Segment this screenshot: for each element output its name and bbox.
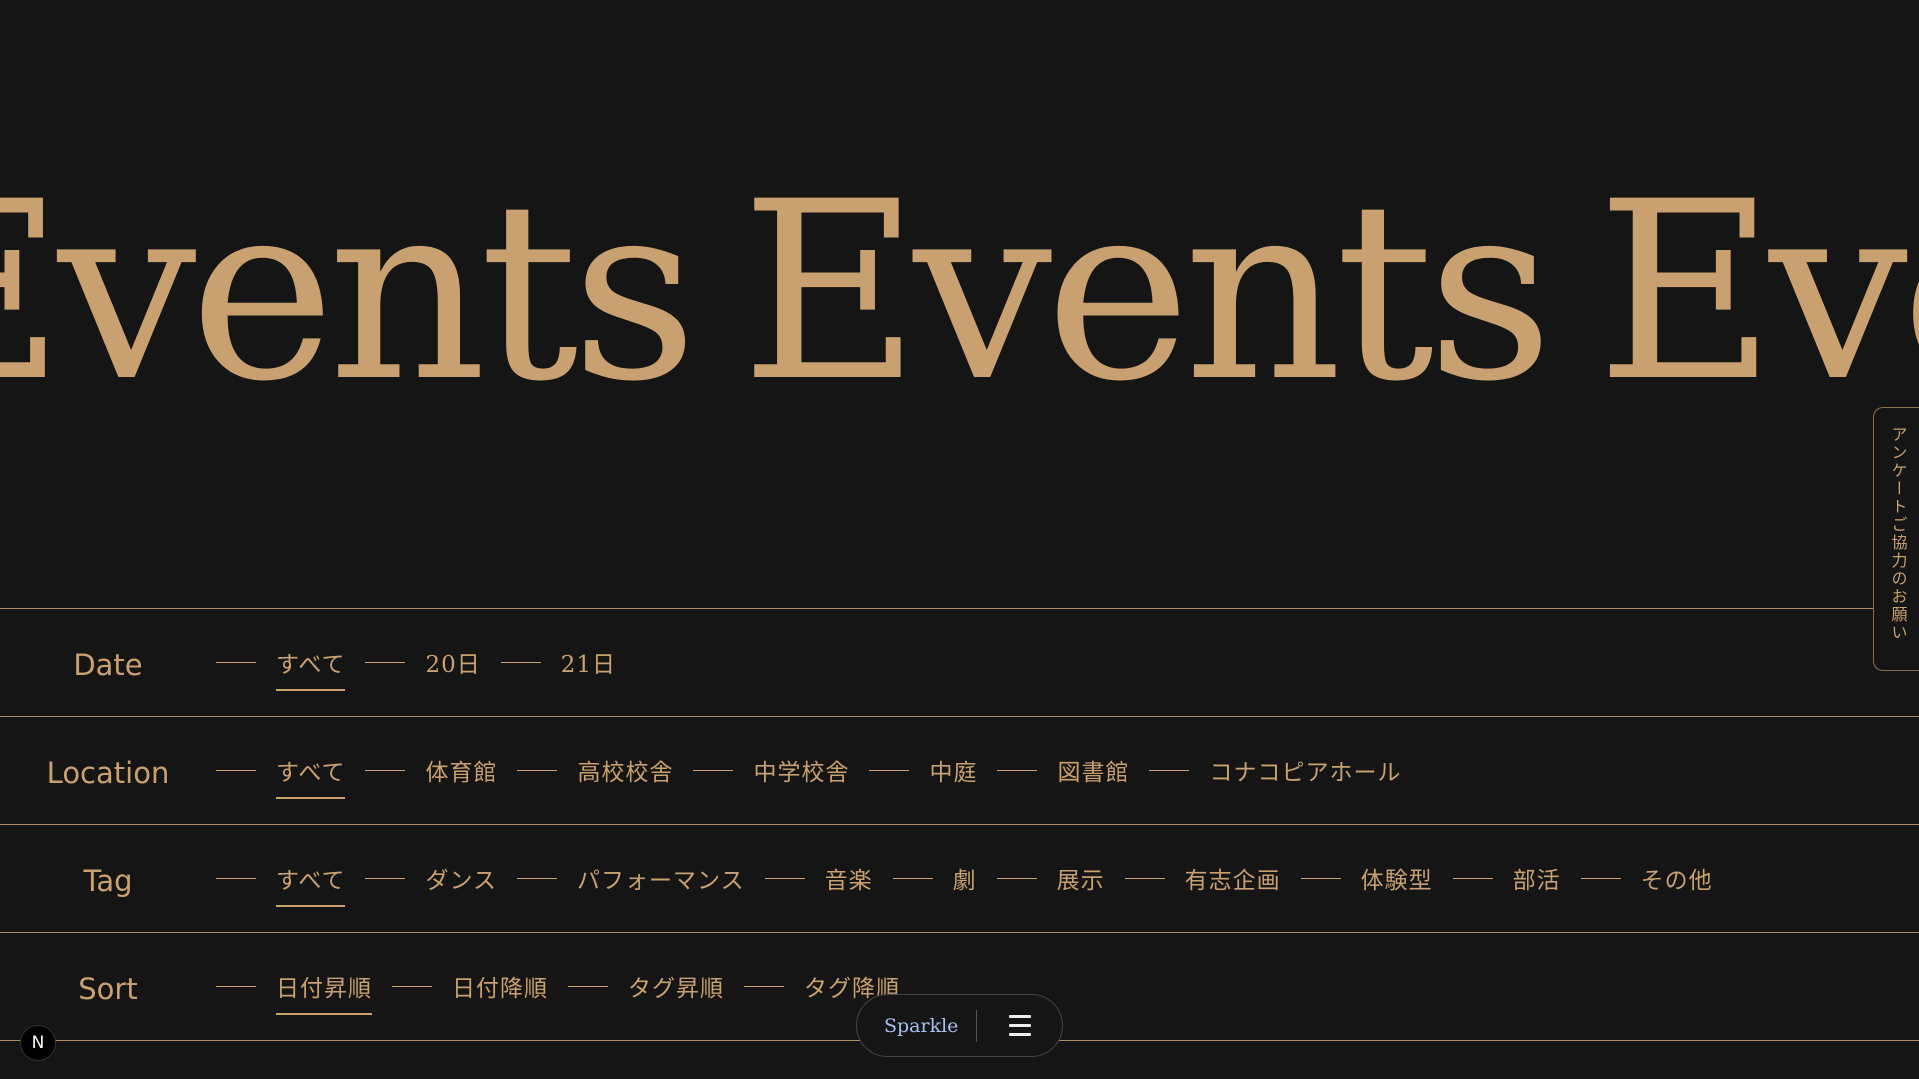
option-separator xyxy=(693,770,734,771)
filter-option-location[interactable]: すべて xyxy=(276,753,346,799)
bottom-nav-bar: Sparkle xyxy=(856,994,1063,1057)
filter-option-date[interactable]: 21日 xyxy=(561,645,616,691)
filter-option-tag[interactable]: 体験型 xyxy=(1361,861,1433,907)
option-separator xyxy=(1124,878,1165,879)
filter-row-location: Location すべて 体育館 高校校舎 中学校舎 中庭 図書館 コナコピアホール xyxy=(0,716,1919,824)
option-separator xyxy=(568,986,608,987)
option-separator xyxy=(216,986,256,987)
filter-option-tag[interactable]: パフォーマンス xyxy=(577,861,745,907)
filter-option-sort[interactable]: 日付昇順 xyxy=(276,969,372,1015)
option-separator xyxy=(365,878,406,879)
filter-option-tag[interactable]: 展示 xyxy=(1057,861,1105,907)
filter-options-location: すべて 体育館 高校校舎 中学校舎 中庭 図書館 コナコピアホール xyxy=(216,743,1401,799)
option-separator xyxy=(744,986,784,987)
option-separator xyxy=(216,662,256,663)
option-separator xyxy=(764,878,805,879)
filter-panel: Date すべて 20日 21日 Location すべて 体育館 高校校舎 中学校舎 中庭… xyxy=(0,608,1919,1041)
brand-link[interactable]: Sparkle xyxy=(857,1015,967,1037)
option-separator xyxy=(1452,878,1493,879)
filter-options-tag: すべて ダンス パフォーマンス 音楽 劇 展示 有志企画 体験型 部活 その他 xyxy=(216,851,1713,907)
filter-option-tag[interactable]: その他 xyxy=(1641,861,1713,907)
filter-option-location[interactable]: 中学校舎 xyxy=(753,753,849,799)
option-separator xyxy=(500,662,541,663)
option-separator xyxy=(1580,878,1621,879)
filter-label-tag: Tag xyxy=(83,863,133,898)
filter-option-sort[interactable]: 日付降順 xyxy=(452,969,548,1015)
option-separator xyxy=(1149,770,1190,771)
hero-marquee: EventsEventsEvents xyxy=(0,170,1919,416)
filter-option-date[interactable]: 20日 xyxy=(425,645,480,691)
filter-option-location[interactable]: 体育館 xyxy=(425,753,497,799)
filter-row-tag: Tag すべて ダンス パフォーマンス 音楽 劇 展示 有志企画 体験型 部活 その他 xyxy=(0,824,1919,932)
option-separator xyxy=(216,770,256,771)
filter-option-date[interactable]: すべて xyxy=(276,645,346,691)
hero-banner: EventsEventsEvents xyxy=(0,0,1919,608)
filter-label-sort: Sort xyxy=(78,971,138,1006)
option-separator xyxy=(1300,878,1341,879)
option-separator xyxy=(517,770,558,771)
next-badge[interactable]: N xyxy=(20,1025,56,1061)
filter-option-location[interactable]: 図書館 xyxy=(1057,753,1129,799)
hero-word: Events xyxy=(1596,150,1919,436)
option-separator xyxy=(997,770,1038,771)
option-separator xyxy=(216,878,256,879)
hero-word: Events xyxy=(0,150,698,436)
filter-option-tag[interactable]: すべて xyxy=(276,861,346,907)
filter-option-sort[interactable]: タグ昇順 xyxy=(628,969,724,1015)
option-separator xyxy=(392,986,432,987)
filter-option-tag[interactable]: 部活 xyxy=(1513,861,1561,907)
filter-option-location[interactable]: 高校校舎 xyxy=(577,753,673,799)
filter-option-tag[interactable]: ダンス xyxy=(425,861,497,907)
bar-divider xyxy=(976,1009,977,1042)
filter-options-date: すべて 20日 21日 xyxy=(216,635,616,691)
option-separator xyxy=(517,878,558,879)
filter-option-tag[interactable]: 有志企画 xyxy=(1185,861,1281,907)
filter-option-location[interactable]: 中庭 xyxy=(929,753,977,799)
option-separator xyxy=(365,662,406,663)
option-separator xyxy=(365,770,406,771)
survey-tab[interactable]: アンケートご協力のお願い xyxy=(1873,407,1919,671)
hero-word: Events xyxy=(740,150,1554,436)
survey-tab-label: アンケートご協力のお願い xyxy=(1888,426,1908,642)
hamburger-menu-icon[interactable] xyxy=(1009,1006,1047,1046)
option-separator xyxy=(869,770,910,771)
option-separator xyxy=(996,878,1037,879)
filter-label-date: Date xyxy=(73,647,143,682)
filter-option-tag[interactable]: 劇 xyxy=(953,861,977,907)
option-separator xyxy=(892,878,933,879)
filter-options-sort: 日付昇順 日付降順 タグ昇順 タグ降順 xyxy=(216,959,900,1015)
filter-row-date: Date すべて 20日 21日 xyxy=(0,608,1919,716)
filter-option-tag[interactable]: 音楽 xyxy=(825,861,873,907)
filter-label-location: Location xyxy=(46,755,170,790)
filter-option-location[interactable]: コナコピアホール xyxy=(1209,753,1401,799)
